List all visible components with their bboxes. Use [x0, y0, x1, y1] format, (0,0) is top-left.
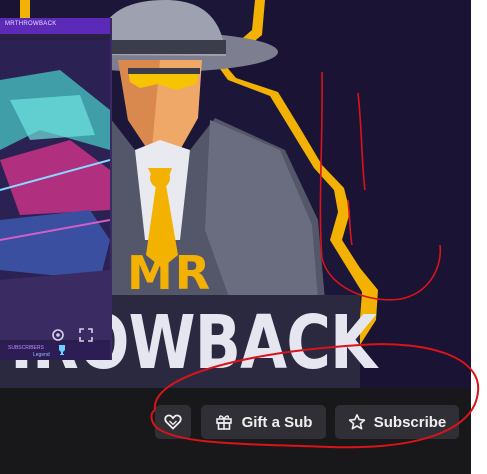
follow-button[interactable] [155, 405, 191, 439]
mini-player-header: MRTHROWBACK [0, 18, 110, 34]
page-edge [471, 0, 487, 474]
subscribe-label: Subscribe [373, 413, 447, 431]
brand-name-top: MR [127, 246, 213, 300]
heart-icon [164, 414, 182, 430]
channel-banner: MR HROWBACK MRTHROWBACK SUBSCRIBERS Lege… [0, 0, 471, 388]
gift-a-sub-label: Gift a Sub [241, 413, 313, 431]
mini-stream-player[interactable]: MRTHROWBACK SUBSCRIBERS Legend [0, 18, 112, 360]
stream-preview-art [0, 40, 110, 340]
star-icon [348, 414, 365, 430]
fullscreen-icon[interactable] [78, 327, 94, 343]
settings-icon[interactable] [50, 327, 66, 343]
trophy-icon [59, 345, 65, 355]
mini-footer-sub: Legend [33, 352, 50, 358]
mini-player-footer: SUBSCRIBERS Legend [0, 342, 110, 360]
gift-a-sub-button[interactable]: Gift a Sub [201, 405, 326, 439]
mini-player-title: MRTHROWBACK [5, 21, 57, 27]
subscribe-button[interactable]: Subscribe [335, 405, 459, 439]
mini-footer-name: SUBSCRIBERS [8, 345, 44, 351]
gift-icon [215, 415, 232, 430]
